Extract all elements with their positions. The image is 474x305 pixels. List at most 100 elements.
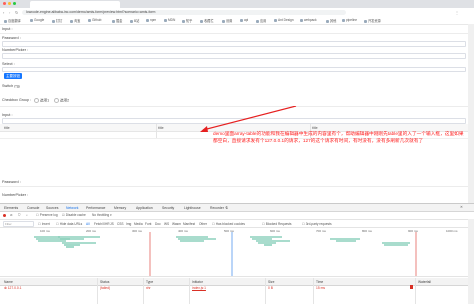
switch-toggle[interactable] xyxy=(14,85,20,88)
tab-console[interactable]: Console xyxy=(27,206,39,210)
bookmark-item[interactable]: 淘宝 xyxy=(70,18,80,23)
preserve-log-checkbox[interactable]: ☐ Preserve log xyxy=(36,213,58,217)
column-initiator[interactable]: Initiator xyxy=(192,280,203,284)
tab-network[interactable]: Network xyxy=(66,206,78,210)
bookmark-item[interactable]: 其他 xyxy=(326,18,336,23)
bookmark-item[interactable]: 百度翻译 xyxy=(4,18,21,23)
tab-security[interactable]: Security xyxy=(162,206,174,210)
column-name[interactable]: Name xyxy=(4,280,13,284)
bookmark-icon xyxy=(4,19,7,23)
numberpicker-label-2: NumberPicker : xyxy=(2,193,29,197)
column-waterfall[interactable]: Waterfall xyxy=(418,280,431,284)
bookmark-item[interactable]: Google xyxy=(30,18,44,22)
filter-option[interactable]: Media xyxy=(134,222,143,226)
filter-option[interactable]: ☐ Has blocked cookies xyxy=(212,222,245,226)
filter-option[interactable]: WS xyxy=(164,222,169,226)
bookmark-item[interactable]: 收藏栏 xyxy=(200,18,214,23)
tab-performance[interactable]: Performance xyxy=(86,206,105,210)
select-field[interactable] xyxy=(2,67,466,72)
filter-option[interactable]: ☐ Blocked Requests xyxy=(262,222,291,226)
bookmark-icon xyxy=(88,18,91,22)
filter-option[interactable]: Img xyxy=(126,222,131,226)
numberpicker-field[interactable] xyxy=(2,53,466,59)
numberpicker-label: NumberPicker : xyxy=(2,48,29,52)
record-icon[interactable] xyxy=(3,213,6,217)
filter-option[interactable]: Font xyxy=(145,222,151,226)
tab-memory[interactable]: Memory xyxy=(114,206,126,210)
tab-sources[interactable]: Sources xyxy=(46,206,58,210)
column-divider xyxy=(189,278,190,304)
checkbox-group-label: Checkbox Group : xyxy=(2,98,31,102)
search-icon[interactable]: ⌕ xyxy=(26,213,28,217)
tab-recorder[interactable]: Recorder ⚗ xyxy=(210,206,228,210)
divider xyxy=(0,33,468,34)
request-initiator[interactable]: index.js:1 xyxy=(192,286,206,290)
bookmark-item[interactable]: 开发资源 xyxy=(364,18,381,23)
filter-option[interactable]: Doc xyxy=(155,222,161,226)
select-label: Select : xyxy=(2,62,15,66)
filter-option[interactable]: Wasm xyxy=(172,222,181,226)
table-divider xyxy=(156,124,157,138)
filter-option[interactable]: ☐ Hide data URLs xyxy=(56,222,82,226)
menu-icon[interactable]: ⋮ xyxy=(455,10,459,15)
bookmark-item[interactable]: pipeline xyxy=(342,18,357,22)
primary-button[interactable]: 主要按钮 xyxy=(4,73,22,79)
password-label: Password : xyxy=(2,36,21,40)
throttling-select[interactable]: No throttling ▾ xyxy=(92,213,112,217)
forward-icon[interactable]: › xyxy=(9,10,10,15)
close-window-icon[interactable] xyxy=(3,2,6,5)
bookmark-icon xyxy=(222,19,225,23)
password-field[interactable] xyxy=(2,41,466,47)
network-table-header xyxy=(0,278,474,286)
back-icon[interactable]: ‹ xyxy=(3,10,4,15)
bookmark-item[interactable]: 设置 xyxy=(222,18,232,23)
column-status[interactable]: Status xyxy=(100,280,109,284)
filter-option[interactable]: Manifest xyxy=(183,222,195,226)
page-scrollbar[interactable] xyxy=(468,24,474,203)
filter-icon[interactable]: ⛉ xyxy=(18,213,20,217)
devtools-scrollbar[interactable] xyxy=(468,219,474,304)
bookmark-icon xyxy=(240,18,243,22)
filter-option[interactable]: Fetch/XHR xyxy=(94,222,110,226)
filter-option[interactable]: All xyxy=(86,222,90,226)
bookmark-item[interactable]: 知乎 xyxy=(182,18,192,23)
tab-lighthouse[interactable]: Lighthouse xyxy=(184,206,201,210)
reload-icon[interactable]: ↻ xyxy=(15,10,18,15)
column-divider xyxy=(143,278,144,304)
bookmark-item[interactable]: 钉钉 xyxy=(52,18,62,23)
bookmark-item[interactable]: Github xyxy=(88,18,101,22)
close-icon[interactable]: ✕ xyxy=(460,205,463,209)
column-type[interactable]: Type xyxy=(146,280,153,284)
request-type: xhr xyxy=(146,286,151,290)
filter-option[interactable]: JS xyxy=(110,222,114,226)
disable-cache-checkbox[interactable]: ☑ Disable cache xyxy=(62,213,86,217)
column-size[interactable]: Size xyxy=(268,280,274,284)
tab-application[interactable]: Application xyxy=(136,206,153,210)
filter-option[interactable]: ☐ Invert xyxy=(38,222,50,226)
bookmark-item[interactable]: Ant Design xyxy=(274,18,294,22)
filter-option[interactable]: CSS xyxy=(117,222,124,226)
tab-elements[interactable]: Elements xyxy=(4,206,18,210)
bookmark-item[interactable]: MDN xyxy=(164,18,175,22)
minimize-window-icon[interactable] xyxy=(8,2,11,5)
filter-option[interactable]: ☐ 3rd-party requests xyxy=(302,222,332,226)
bookmark-item[interactable]: npm xyxy=(146,18,156,22)
maximize-window-icon[interactable] xyxy=(13,2,16,5)
checkbox-option-2[interactable]: 选项2 xyxy=(54,98,69,103)
column-divider xyxy=(265,278,266,304)
bookmark-item[interactable]: 应用 xyxy=(256,18,266,23)
column-time[interactable]: Time xyxy=(316,280,323,284)
bookmark-item[interactable]: webpack xyxy=(300,18,317,22)
request-size: 0 B xyxy=(268,286,273,290)
request-name[interactable]: ⊗ 127.0.0.1 xyxy=(4,286,21,290)
address-bar[interactable]: lowcode-engine.alibaba-inc.com/demo/amis… xyxy=(22,10,346,15)
bookmark-item[interactable]: api xyxy=(240,18,248,22)
checkbox-option-1[interactable]: 选项1 xyxy=(34,98,49,103)
waterfall-bar xyxy=(410,285,413,289)
bookmark-item[interactable]: B站 xyxy=(130,18,139,23)
active-tab[interactable] xyxy=(30,1,120,8)
filter-option[interactable]: Other xyxy=(199,222,207,226)
filter-input[interactable]: Filter xyxy=(3,221,34,227)
bookmark-item[interactable]: 掘金 xyxy=(112,18,122,23)
clear-icon[interactable]: ⊘ xyxy=(10,213,13,217)
